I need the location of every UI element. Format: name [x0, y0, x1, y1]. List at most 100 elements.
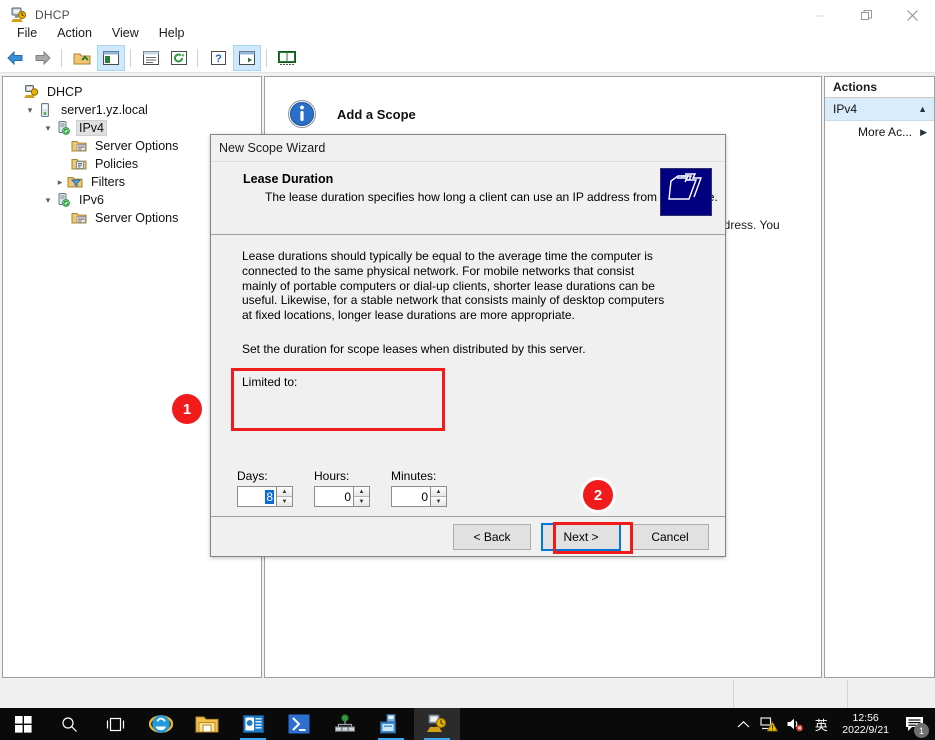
volume-muted-icon[interactable]: [782, 708, 808, 740]
tree-node-server1[interactable]: ▾ server1.yz.local: [3, 101, 261, 119]
action-center-icon[interactable]: 1: [897, 708, 931, 740]
chevron-down-icon[interactable]: ▾: [41, 193, 55, 207]
export-list-icon[interactable]: [274, 46, 300, 70]
days-stepper[interactable]: 8 ▲ ▼: [237, 486, 293, 507]
wizard-body: Lease durations should typically be equa…: [211, 235, 725, 540]
tree-node-dhcp[interactable]: DHCP: [3, 83, 261, 101]
chevron-down-icon[interactable]: ▾: [23, 103, 37, 117]
chevron-down-icon[interactable]: ▾: [41, 121, 55, 135]
hours-input[interactable]: 0: [315, 487, 353, 506]
menu-view[interactable]: View: [103, 24, 148, 42]
submenu-arrow-icon: ▶: [920, 126, 927, 137]
days-label: Days:: [237, 469, 268, 483]
status-bar: [0, 680, 935, 708]
minutes-stepper[interactable]: 0 ▲ ▼: [391, 486, 447, 507]
ipv6-icon: [55, 192, 73, 208]
clock-time: 12:56: [852, 712, 879, 724]
minutes-spin-buttons[interactable]: ▲ ▼: [430, 487, 446, 506]
tree-node-label: Server Options: [95, 211, 179, 225]
back-icon[interactable]: [2, 46, 28, 70]
properties-icon[interactable]: [138, 46, 164, 70]
wizard-paragraph-2: Set the duration for scope leases when d…: [242, 341, 586, 356]
menu-help[interactable]: Help: [150, 24, 194, 42]
page-title: Add a Scope: [337, 106, 416, 122]
wizard-titlebar: New Scope Wizard: [211, 135, 725, 161]
collapse-caret-icon[interactable]: ▲: [918, 104, 927, 114]
tree-node-label: DHCP: [47, 85, 83, 99]
menu-file[interactable]: File: [8, 24, 46, 42]
folder-options-icon: [71, 210, 89, 226]
toolbar-separator: [266, 49, 267, 67]
days-input[interactable]: 8: [238, 487, 276, 506]
file-explorer-button[interactable]: [184, 708, 230, 740]
folder-options-icon: [71, 138, 89, 154]
start-button[interactable]: [0, 708, 46, 740]
actions-item-more-actions[interactable]: More Ac... ▶: [825, 121, 934, 143]
notification-count-badge: 1: [914, 723, 929, 738]
network-warning-icon[interactable]: [756, 708, 782, 740]
spin-up-icon[interactable]: ▲: [431, 487, 446, 497]
chevron-up-icon[interactable]: [730, 708, 756, 740]
clock-date: 2022/9/21: [842, 724, 889, 736]
minutes-field: Minutes: 0 ▲ ▼: [391, 469, 447, 507]
tree-node-label: server1.yz.local: [61, 103, 148, 117]
folder-policies-icon: [71, 156, 89, 172]
toolbar-separator: [197, 49, 198, 67]
dhcp-button[interactable]: [414, 708, 460, 740]
internet-explorer-button[interactable]: [138, 708, 184, 740]
days-value: 8: [265, 489, 274, 504]
help-icon[interactable]: ?: [205, 46, 231, 70]
show-hide-console-tree-icon[interactable]: [97, 45, 125, 71]
add-scope-header: Add a Scope: [265, 77, 821, 129]
server-icon: [37, 102, 55, 118]
spin-down-icon[interactable]: ▼: [277, 497, 292, 506]
hours-stepper[interactable]: 0 ▲ ▼: [314, 486, 370, 507]
actions-group-ipv4[interactable]: IPv4 ▲: [825, 98, 934, 121]
powershell-button[interactable]: [276, 708, 322, 740]
chevron-right-icon[interactable]: ▸: [53, 175, 67, 189]
tree-node-label: Server Options: [95, 139, 179, 153]
clock[interactable]: 12:56 2022/9/21: [834, 708, 897, 740]
menu-action[interactable]: Action: [48, 24, 101, 42]
wizard-paragraph-1: Lease durations should typically be equa…: [242, 249, 665, 323]
tree-node-label: IPv6: [79, 193, 105, 207]
refresh-icon[interactable]: [166, 46, 192, 70]
ime-indicator[interactable]: 英: [808, 708, 834, 740]
minutes-input[interactable]: 0: [392, 487, 430, 506]
task-view-button[interactable]: [92, 708, 138, 740]
server-manager-button[interactable]: [230, 708, 276, 740]
wizard-header: Lease Duration The lease duration specif…: [211, 161, 725, 235]
status-segment-1: [0, 680, 734, 708]
hours-spin-buttons[interactable]: ▲ ▼: [353, 487, 369, 506]
back-button[interactable]: < Back: [453, 523, 531, 550]
wizard-subheading: The lease duration specifies how long a …: [265, 190, 718, 204]
forward-icon[interactable]: [30, 46, 56, 70]
actions-item-label: More Ac...: [858, 125, 913, 139]
new-scope-wizard-dialog: New Scope Wizard Lease Duration The leas…: [210, 134, 726, 557]
show-hide-action-pane-icon[interactable]: [233, 45, 261, 71]
lease-duration-fields: Days: 8 ▲ ▼ Hours: 0 ▲ ▼ Minutes: 0 ▲ ▼: [237, 469, 447, 507]
spin-down-icon[interactable]: ▼: [431, 497, 446, 506]
spin-up-icon[interactable]: ▲: [277, 487, 292, 497]
hours-field: Hours: 0 ▲ ▼: [314, 469, 370, 507]
dhcp-console-window: DHCP File Action View Help ? DHCP ▾ serv…: [0, 0, 935, 740]
wizard-heading: Lease Duration: [243, 172, 334, 186]
search-button[interactable]: [46, 708, 92, 740]
system-tray: 英 12:56 2022/9/21 1: [730, 708, 935, 740]
spin-up-icon[interactable]: ▲: [354, 487, 369, 497]
info-icon: [287, 99, 317, 129]
folders-stack-icon: [660, 168, 712, 216]
days-spin-buttons[interactable]: ▲ ▼: [276, 487, 292, 506]
actions-group-label: IPv4: [833, 102, 858, 116]
background-description-text: ldress. You: [721, 218, 780, 232]
spin-down-icon[interactable]: ▼: [354, 497, 369, 506]
cancel-button[interactable]: Cancel: [631, 523, 709, 550]
network-sitemap-button[interactable]: [322, 708, 368, 740]
ipv4-icon: [55, 120, 73, 136]
toolbar-separator: [130, 49, 131, 67]
next-button[interactable]: Next >: [541, 522, 621, 551]
computer-management-button[interactable]: [368, 708, 414, 740]
days-field: Days: 8 ▲ ▼: [237, 469, 293, 507]
up-one-level-icon[interactable]: [69, 46, 95, 70]
toolbar-separator: [61, 49, 62, 67]
